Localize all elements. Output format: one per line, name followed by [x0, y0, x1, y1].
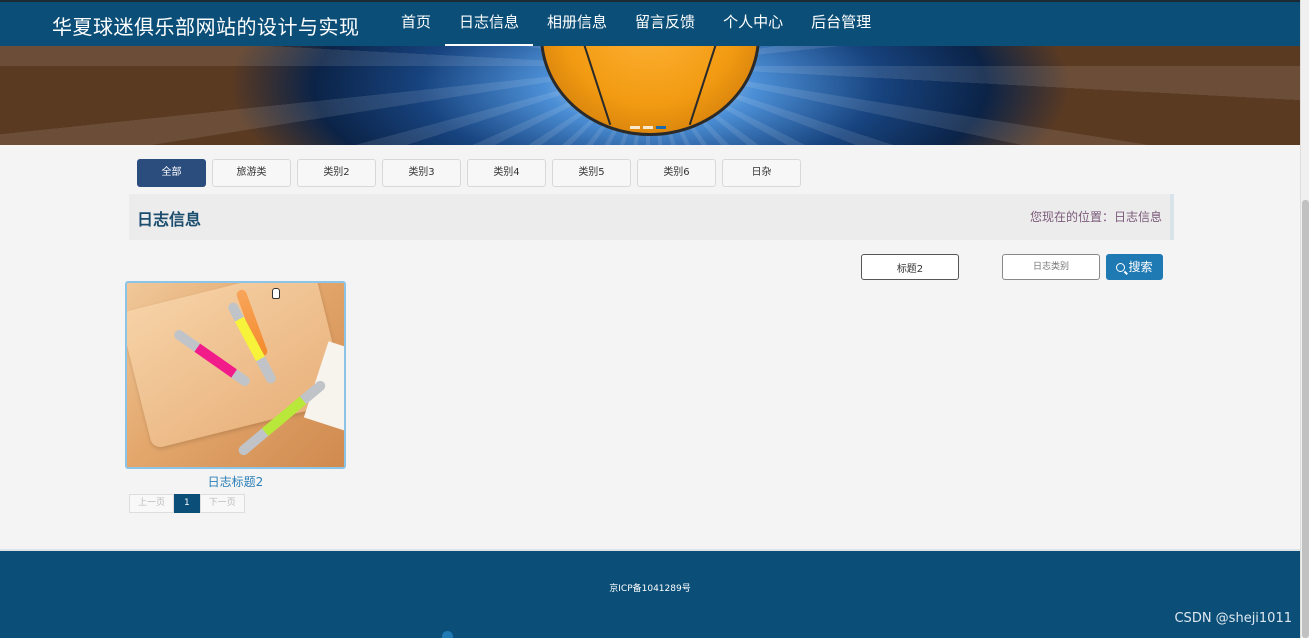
nav-feedback[interactable]: 留言反馈	[621, 2, 709, 46]
category-6[interactable]: 类别6	[637, 159, 716, 187]
banner-carousel	[0, 46, 1300, 145]
breadcrumb: 您现在的位置：日志信息	[1029, 210, 1162, 224]
carousel-dot[interactable]	[630, 126, 640, 129]
search-icon	[1116, 263, 1126, 272]
category-misc[interactable]: 日杂	[722, 159, 801, 187]
search-category-input[interactable]	[1002, 254, 1100, 280]
top-header: 华夏球迷俱乐部网站的设计与实现 首页 日志信息 相册信息 留言反馈 个人中心 后…	[0, 0, 1300, 46]
nav-album[interactable]: 相册信息	[533, 2, 621, 46]
icp-record: 京ICP备1041289号	[609, 584, 691, 594]
search-title-input[interactable]	[861, 254, 959, 280]
nav-home[interactable]: 首页	[387, 2, 445, 46]
section-header: 日志信息 您现在的位置：日志信息	[129, 194, 1174, 240]
vertical-scrollbar[interactable]	[1300, 0, 1309, 638]
main-nav: 首页 日志信息 相册信息 留言反馈 个人中心 后台管理	[387, 2, 885, 46]
carousel-dot[interactable]	[643, 126, 653, 129]
category-travel[interactable]: 旅游类	[212, 159, 291, 187]
category-2[interactable]: 类别2	[297, 159, 376, 187]
search-button-label: 搜索	[1128, 260, 1153, 274]
watermark: CSDN @sheji1011	[1174, 611, 1292, 626]
mouse-cursor-icon	[272, 288, 280, 299]
category-all[interactable]: 全部	[137, 159, 206, 187]
site-title[interactable]: 华夏球迷俱乐部网站的设计与实现	[52, 11, 360, 40]
scrollbar-thumb[interactable]	[1302, 200, 1309, 638]
footer: 京ICP备1041289号	[0, 549, 1300, 638]
category-5[interactable]: 类别5	[552, 159, 631, 187]
search-button[interactable]: 搜索	[1106, 254, 1163, 280]
nav-journal[interactable]: 日志信息	[445, 2, 534, 46]
next-page-button[interactable]: 下一页	[199, 494, 245, 513]
journal-card-title[interactable]: 日志标题2	[125, 473, 346, 490]
pagination: 上一页 1 下一页	[129, 494, 245, 513]
category-4[interactable]: 类别4	[467, 159, 546, 187]
floating-dot-icon	[442, 631, 453, 638]
carousel-indicators	[630, 126, 666, 129]
current-page[interactable]: 1	[174, 494, 200, 513]
category-3[interactable]: 类别3	[382, 159, 461, 187]
nav-profile[interactable]: 个人中心	[709, 2, 797, 46]
carousel-dot-active[interactable]	[656, 126, 666, 129]
nav-admin[interactable]: 后台管理	[797, 2, 885, 46]
category-filter: 全部 旅游类 类别2 类别3 类别4 类别5 类别6 日杂	[137, 159, 801, 187]
page-title: 日志信息	[137, 210, 202, 229]
prev-page-button[interactable]: 上一页	[129, 494, 175, 513]
journal-card-image[interactable]	[125, 281, 346, 469]
